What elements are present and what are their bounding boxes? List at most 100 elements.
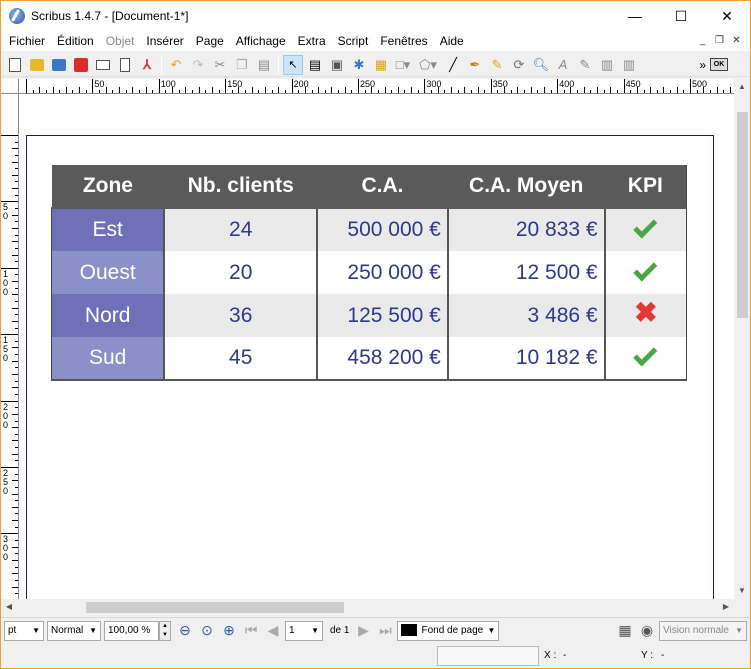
horizontal-scroll-thumb[interactable]: [86, 602, 344, 613]
ruler-label: 150: [3, 335, 9, 364]
menu-fenetres[interactable]: Fenêtres: [374, 31, 433, 51]
ruler-tick: [152, 90, 154, 93]
ruler-tick: [397, 87, 399, 93]
ruler-label: 100: [3, 268, 9, 297]
kpi-table[interactable]: Zone Nb. clients C.A. C.A. Moyen KPI Est…: [51, 165, 687, 381]
ok-icon[interactable]: OK: [710, 58, 728, 71]
ruler-tick: [15, 247, 18, 249]
zoom-100-icon[interactable]: ⊙: [197, 621, 217, 641]
page-select[interactable]: 1 ▼: [285, 620, 323, 641]
ruler-tick: [15, 513, 18, 515]
ruler-label: 200: [293, 79, 309, 89]
copy-icon[interactable]: ❐: [232, 55, 252, 75]
menu-extra[interactable]: Extra: [292, 31, 332, 51]
ruler-tick: [331, 87, 333, 93]
table-row: Ouest 20 250 000 € 12 500 €: [51, 251, 687, 294]
story-editor-icon[interactable]: ✎: [575, 55, 595, 75]
export-pdf-icon[interactable]: ⅄: [137, 55, 157, 75]
ruler-tick: [15, 367, 18, 369]
text-frame-icon[interactable]: ▤: [305, 55, 325, 75]
next-page-icon[interactable]: ▶: [353, 621, 373, 641]
scroll-up-icon[interactable]: ▲: [734, 79, 750, 95]
preview-mode-select[interactable]: Normal ▼: [47, 620, 101, 641]
document-canvas[interactable]: Zone Nb. clients C.A. C.A. Moyen KPI Est…: [19, 94, 734, 599]
first-page-icon[interactable]: ⏮: [241, 621, 261, 641]
table-icon[interactable]: ▦: [371, 55, 391, 75]
freehand-icon[interactable]: ✎: [487, 55, 507, 75]
menu-fichier[interactable]: Fichier: [3, 31, 51, 51]
page-total-label: de 1: [330, 625, 350, 636]
toolbar-overflow-icon[interactable]: »: [699, 58, 706, 72]
horizontal-scrollbar[interactable]: ◀ ▶: [1, 599, 734, 615]
link-frames-icon[interactable]: ▥: [597, 55, 617, 75]
zoom-out-icon[interactable]: ⊖: [175, 621, 195, 641]
menu-inserer[interactable]: Insérer: [140, 31, 189, 51]
view-mode-select[interactable]: Vision normale ▼: [659, 620, 747, 641]
layer-select[interactable]: Fond de page ▼: [397, 620, 500, 641]
save-icon[interactable]: [49, 55, 69, 75]
shape-icon[interactable]: □▾: [393, 55, 413, 75]
zone-cell: Est: [51, 208, 165, 251]
cut-icon[interactable]: ✂: [210, 55, 230, 75]
scroll-right-icon[interactable]: ▶: [718, 599, 734, 615]
menu-objet[interactable]: Objet: [100, 31, 141, 51]
zoom-in-icon[interactable]: ⊕: [219, 621, 239, 641]
ruler-tick: [377, 90, 379, 93]
doc-close-button[interactable]: ✕: [729, 34, 744, 48]
ruler-label: 100: [160, 79, 176, 89]
ruler-tick: [15, 301, 18, 302]
ruler-tick: [145, 87, 147, 93]
print-icon[interactable]: [93, 55, 113, 75]
select-icon[interactable]: ↖: [283, 54, 303, 75]
image-frame-icon[interactable]: ▣: [327, 55, 347, 75]
bezier-icon[interactable]: ✒: [465, 55, 485, 75]
unit-select[interactable]: pt ▼: [4, 620, 44, 641]
close-document-icon[interactable]: [71, 55, 91, 75]
menu-edition[interactable]: Édition: [51, 31, 100, 51]
ruler-tick: [291, 79, 293, 93]
ruler-tick: [15, 221, 18, 223]
ruler-tick: [79, 87, 81, 93]
vertical-scrollbar[interactable]: ▲ ▼: [734, 79, 750, 599]
redo-icon[interactable]: ↷: [188, 55, 208, 75]
edit-text-icon[interactable]: A: [553, 55, 573, 75]
close-button[interactable]: ✕: [704, 1, 750, 31]
ruler-tick: [358, 79, 359, 93]
check-icon: [633, 214, 658, 239]
zoom-stepper[interactable]: ▲ ▼: [159, 620, 171, 641]
previous-page-icon[interactable]: ◀: [263, 621, 283, 641]
scroll-left-icon[interactable]: ◀: [1, 599, 17, 615]
line-icon[interactable]: ╱: [443, 55, 463, 75]
eye-icon[interactable]: ◉: [637, 621, 657, 641]
vertical-scroll-thumb[interactable]: [737, 112, 748, 318]
menu-page[interactable]: Page: [190, 31, 230, 51]
preflight-icon[interactable]: [115, 55, 135, 75]
ca-moyen-cell: 3 486 €: [446, 294, 605, 337]
minimize-button[interactable]: —: [612, 1, 658, 31]
open-icon[interactable]: [27, 55, 47, 75]
paste-icon[interactable]: ▤: [254, 55, 274, 75]
menu-script[interactable]: Script: [332, 31, 375, 51]
clients-cell: 24: [163, 208, 318, 251]
maximize-button[interactable]: ☐: [658, 1, 704, 31]
ruler-tick: [15, 234, 18, 236]
zoom-input[interactable]: 100,00 %: [104, 620, 159, 641]
undo-icon[interactable]: ↶: [166, 55, 186, 75]
unlink-frames-icon[interactable]: ▥: [619, 55, 639, 75]
doc-restore-button[interactable]: ❐: [712, 34, 727, 48]
menu-affichage[interactable]: Affichage: [230, 31, 292, 51]
render-frame-icon[interactable]: ✱: [349, 55, 369, 75]
scroll-down-icon[interactable]: ▼: [734, 583, 750, 599]
menu-aide[interactable]: Aide: [434, 31, 470, 51]
polygon-icon[interactable]: ⬠▾: [415, 55, 441, 75]
doc-minimize-button[interactable]: _: [695, 34, 710, 48]
new-document-icon[interactable]: [5, 55, 25, 75]
ruler-tick: [683, 90, 685, 93]
ruler-tick: [265, 87, 267, 93]
last-page-icon[interactable]: ⏭: [375, 621, 395, 641]
ruler-tick: [72, 90, 74, 93]
color-mode-icon[interactable]: ▦: [615, 621, 635, 641]
rotate-icon[interactable]: ⟳: [509, 55, 529, 75]
zoom-icon[interactable]: 🔍︎: [531, 55, 551, 75]
ruler-tick: [510, 90, 512, 93]
